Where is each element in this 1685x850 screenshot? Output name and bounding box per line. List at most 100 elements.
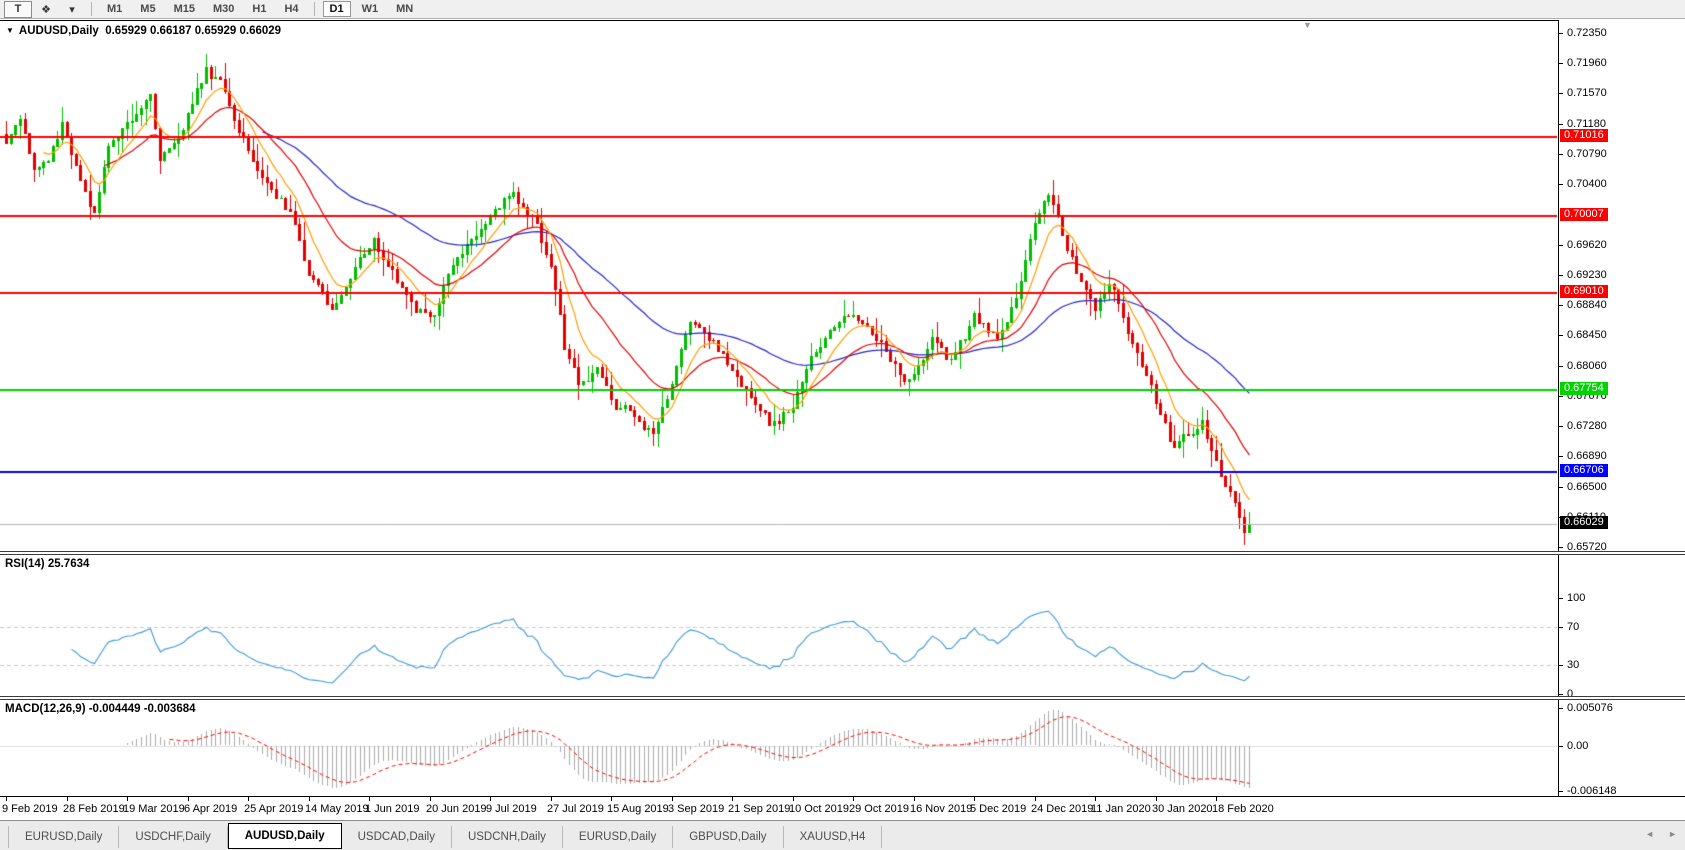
date-tick-mark: [67, 797, 68, 801]
tab-scroll-left-icon[interactable]: ◄: [1645, 829, 1654, 839]
toolbar: T ❖ ▾ M1 M5 M15 M30 H1 H4 D1 W1 MN: [0, 0, 1685, 19]
timeframe-m30-button[interactable]: M30: [206, 1, 241, 17]
date-tick-mark: [188, 797, 189, 801]
macd-label: MACD(12,26,9) -0.004449 -0.003684: [5, 703, 196, 715]
tab-audusd-daily[interactable]: AUDUSD,Daily: [228, 823, 342, 849]
timeframe-m1-button[interactable]: M1: [100, 1, 129, 17]
date-tick-mark: [732, 797, 733, 801]
tab-eurusd-daily-2[interactable]: EURUSD,Daily: [563, 826, 673, 848]
splitter-handle-icon[interactable]: ▼: [1303, 20, 1312, 30]
text-tool-button[interactable]: T: [4, 1, 32, 18]
date-tick-label: 21 Sep 2019: [728, 803, 790, 815]
timeframe-mn-button[interactable]: MN: [389, 1, 420, 17]
price-tick-label: 0.69230: [1567, 269, 1607, 281]
macd-chart-canvas[interactable]: [0, 700, 1557, 796]
chevron-down-icon[interactable]: ▾: [60, 2, 84, 17]
date-tick-mark: [611, 797, 612, 801]
date-tick-mark: [974, 797, 975, 801]
date-tick-label: 19 Mar 2019: [123, 803, 185, 815]
level-price-chip: 0.71016: [1560, 129, 1608, 142]
macd-tick-mark: [1559, 708, 1563, 709]
tab-usdchf-daily[interactable]: USDCHF,Daily: [119, 826, 227, 848]
tab-scroll-right-icon[interactable]: ►: [1668, 829, 1677, 839]
price-tick-mark: [1559, 456, 1563, 457]
price-tick-mark: [1559, 93, 1563, 94]
date-tick-mark: [369, 797, 370, 801]
tab-xauusd-h4[interactable]: XAUUSD,H4: [784, 826, 883, 848]
timeframe-h4-button[interactable]: H4: [277, 1, 305, 17]
date-tick-label: 9 Jul 2019: [486, 803, 537, 815]
price-axis[interactable]: 0.723500.719600.715700.711800.707900.704…: [1558, 20, 1685, 796]
rsi-tick-mark: [1559, 665, 1563, 666]
date-tick-mark: [551, 797, 552, 801]
level-price-chip: 0.70007: [1560, 208, 1608, 221]
toolbar-divider: [91, 2, 92, 16]
price-tick-mark: [1559, 366, 1563, 367]
date-tick-mark: [309, 797, 310, 801]
date-tick-mark: [1216, 797, 1217, 801]
tab-eurusd-daily[interactable]: EURUSD,Daily: [8, 826, 119, 848]
tab-usdcnh-daily[interactable]: USDCNH,Daily: [452, 826, 563, 848]
macd-tick-mark: [1559, 791, 1563, 792]
chart-title: ▼AUDUSD,Daily 0.65929 0.66187 0.65929 0.…: [6, 25, 281, 37]
price-chart-pane[interactable]: ▼AUDUSD,Daily 0.65929 0.66187 0.65929 0.…: [0, 20, 1685, 551]
collapse-icon[interactable]: ▼: [6, 26, 14, 35]
date-tick-label: 5 Dec 2019: [970, 803, 1026, 815]
price-tick-label: 0.68060: [1567, 360, 1607, 372]
date-tick-label: 25 Apr 2019: [244, 803, 303, 815]
rsi-label: RSI(14) 25.7634: [5, 558, 89, 570]
date-tick-mark: [6, 797, 7, 801]
price-tick-mark: [1559, 245, 1563, 246]
level-price-chip: 0.66706: [1560, 464, 1608, 477]
price-tick-mark: [1559, 184, 1563, 185]
price-tick-label: 0.71960: [1567, 57, 1607, 69]
tab-usdcad-daily[interactable]: USDCAD,Daily: [342, 826, 452, 848]
tab-gbpusd-daily[interactable]: GBPUSD,Daily: [673, 826, 783, 848]
date-tick-mark: [430, 797, 431, 801]
timeframe-w1-button[interactable]: W1: [355, 1, 386, 17]
price-tick-mark: [1559, 154, 1563, 155]
rsi-tick-mark: [1559, 598, 1563, 599]
level-price-chip: 0.67754: [1560, 382, 1608, 395]
price-tick-label: 0.69620: [1567, 239, 1607, 251]
candlestick-chart-canvas[interactable]: [0, 21, 1557, 551]
date-tick-label: 11 Jan 2020: [1091, 803, 1151, 815]
chart-tab-bar: EURUSD,Daily USDCHF,Daily AUDUSD,Daily U…: [0, 820, 1685, 850]
date-tick-mark: [248, 797, 249, 801]
timeframe-m15-button[interactable]: M15: [167, 1, 202, 17]
date-tick-label: 6 Apr 2019: [184, 803, 237, 815]
rsi-indicator-pane[interactable]: RSI(14) 25.7634: [0, 555, 1685, 696]
chart-ohlc-values: 0.65929 0.66187 0.65929 0.66029: [105, 25, 281, 37]
price-tick-mark: [1559, 426, 1563, 427]
arrange-windows-icon[interactable]: ❖: [34, 2, 58, 17]
date-tick-label: 10 Oct 2019: [789, 803, 849, 815]
date-tick-label: 27 Jul 2019: [547, 803, 604, 815]
trading-terminal-window: T ❖ ▾ M1 M5 M15 M30 H1 H4 D1 W1 MN ▼AUDU…: [0, 0, 1685, 850]
rsi-tick-label: 70: [1567, 621, 1579, 633]
date-tick-label: 3 Sep 2019: [668, 803, 724, 815]
price-tick-label: 0.68840: [1567, 299, 1607, 311]
price-tick-mark: [1559, 275, 1563, 276]
date-tick-mark: [1156, 797, 1157, 801]
price-tick-mark: [1559, 396, 1563, 397]
price-tick-mark: [1559, 305, 1563, 306]
date-tick-label: 20 Jun 2019: [426, 803, 487, 815]
macd-indicator-pane[interactable]: MACD(12,26,9) -0.004449 -0.003684: [0, 700, 1685, 796]
date-tick-label: 14 May 2019: [305, 803, 369, 815]
macd-tick-label: 0.005076: [1567, 702, 1613, 714]
price-tick-label: 0.67280: [1567, 420, 1607, 432]
date-tick-label: 30 Jan 2020: [1152, 803, 1213, 815]
timeframe-h1-button[interactable]: H1: [245, 1, 273, 17]
price-tick-mark: [1559, 547, 1563, 548]
rsi-chart-canvas[interactable]: [0, 555, 1557, 696]
date-tick-label: 28 Feb 2019: [63, 803, 125, 815]
pane-splitter[interactable]: [0, 551, 1685, 555]
date-tick-mark: [1095, 797, 1096, 801]
toolbar-divider: [314, 2, 315, 16]
timeframe-d1-button[interactable]: D1: [323, 1, 351, 17]
timeframe-m5-button[interactable]: M5: [133, 1, 162, 17]
date-tick-label: 16 Nov 2019: [910, 803, 972, 815]
date-axis[interactable]: 9 Feb 201928 Feb 201919 Mar 20196 Apr 20…: [0, 796, 1685, 820]
date-tick-mark: [853, 797, 854, 801]
pane-splitter[interactable]: [0, 696, 1685, 700]
